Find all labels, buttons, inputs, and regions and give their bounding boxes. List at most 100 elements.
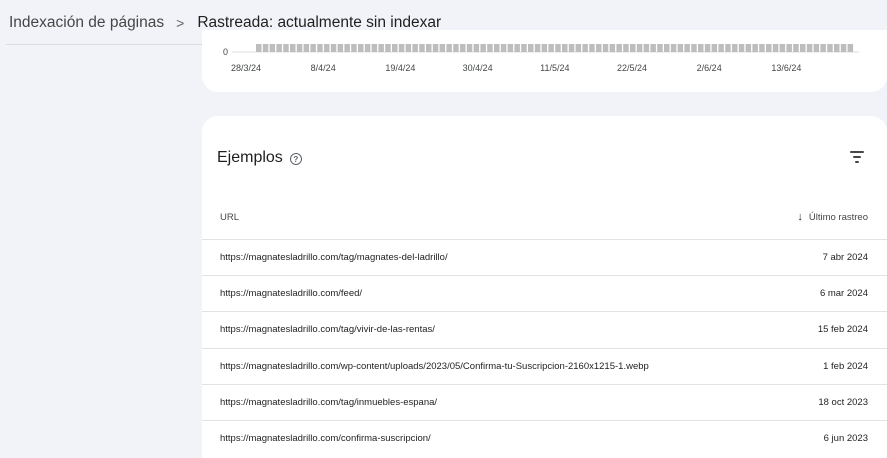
table-row[interactable]: https://magnatesladrillo.com/confirma-su… [202, 419, 887, 456]
examples-title: Ejemplos [217, 149, 283, 166]
row-url[interactable]: https://magnatesladrillo.com/tag/vivir-d… [220, 324, 435, 335]
y-axis-zero-label: 0 [223, 47, 228, 57]
chart-bar [432, 44, 439, 52]
sort-descending-icon[interactable]: ↓ [797, 212, 803, 223]
chart-bar [670, 44, 677, 52]
table-row[interactable]: https://magnatesladrillo.com/tag/inmuebl… [202, 383, 887, 420]
chart-bar [691, 44, 697, 52]
table-row[interactable]: https://magnatesladrillo.com/feed/ 6 mar… [202, 275, 887, 311]
x-axis-tick-label: 8/4/24 [311, 63, 336, 73]
chart-bar [636, 44, 643, 52]
chart-card: 0 28/3/24 8/4/24 19/4/24 30/4/24 11/5/24 22/5… [202, 30, 887, 92]
x-axis-tick-label: 19/4/24 [385, 63, 415, 73]
help-icon[interactable]: ? [289, 153, 302, 165]
chart-bar [453, 44, 459, 52]
chart-bar [786, 44, 792, 52]
chart-bar [813, 44, 820, 52]
chart-bar [296, 44, 303, 52]
examples-heading: Ejemplos ? [217, 149, 302, 167]
row-url[interactable]: https://magnatesladrillo.com/wp-content/… [220, 361, 649, 372]
chart-bar [480, 44, 486, 52]
chart-bar [269, 44, 276, 52]
breadcrumb-parent-link[interactable]: Indexación de páginas [9, 14, 164, 32]
chart-bar [276, 44, 282, 52]
table-row[interactable]: https://magnatesladrillo.com/tag/vivir-d… [202, 311, 887, 347]
chart-bar [623, 44, 629, 52]
chart-bar [711, 44, 718, 52]
row-date: 15 feb 2024 [817, 324, 868, 336]
table-row[interactable]: https://magnatesladrillo.com/wp-content/… [202, 347, 887, 384]
chart-bar [324, 44, 330, 52]
row-date: 6 mar 2024 [819, 288, 868, 300]
x-axis-tick-label: 2/6/24 [697, 63, 722, 73]
chart-bar [704, 44, 711, 52]
chart-bar [650, 44, 656, 52]
chart-bar [344, 44, 350, 52]
filter-icon[interactable] [850, 151, 866, 163]
page-title: Rastreada: actualmente sin indexar [197, 13, 442, 31]
chart-bar [534, 44, 541, 52]
chart-bar [677, 44, 684, 52]
chart-bar [514, 44, 520, 52]
x-axis-tick-label: 28/3/24 [231, 63, 261, 73]
chart-bar [337, 44, 344, 52]
chart-bar [541, 44, 548, 52]
chart-bar [684, 44, 690, 52]
chart-bar [630, 44, 636, 52]
chart-bar [589, 44, 595, 52]
chart-bar [548, 44, 554, 52]
chart-bars [256, 44, 854, 52]
chart-svg: 0 28/3/24 8/4/24 19/4/24 30/4/24 11/5/24 22/5… [223, 44, 859, 73]
chart-bar [528, 44, 534, 52]
breadcrumb-separator-icon: > [176, 14, 185, 31]
chart-bar [460, 44, 466, 52]
chart-bar [562, 44, 568, 52]
row-url[interactable]: https://magnatesladrillo.com/feed/ [220, 288, 362, 299]
chart-bar [834, 44, 840, 52]
chart-bar [602, 44, 609, 52]
x-axis-tick-label: 11/5/24 [540, 63, 569, 73]
chart-bar [718, 44, 724, 52]
chart-bar [507, 44, 514, 52]
examples-card: Ejemplos ? URL ↓ Último rastreo https://… [202, 116, 887, 458]
chart-bar [439, 44, 446, 52]
chart-bar [820, 44, 826, 52]
chart-bar [426, 44, 432, 52]
chart-bar [772, 44, 779, 52]
chart-bar [419, 44, 425, 52]
chart-bar [847, 44, 854, 52]
chart-bar [609, 44, 616, 52]
page: Indexación de páginas > Rastreada: actua… [0, 0, 887, 458]
chart-bar [466, 44, 473, 52]
chart-bar [256, 44, 262, 52]
column-header-last-crawl-label: Último rastreo [808, 212, 868, 223]
chart-bar [412, 44, 418, 52]
chart-bar [568, 44, 575, 52]
table-row[interactable]: https://magnatesladrillo.com/tag/magnate… [202, 239, 887, 275]
column-header-last-crawl[interactable]: ↓ Último rastreo [797, 212, 868, 224]
chart-bar [371, 44, 378, 52]
row-url[interactable]: https://magnatesladrillo.com/confirma-su… [220, 433, 431, 444]
row-url[interactable]: https://magnatesladrillo.com/tag/magnate… [220, 252, 448, 263]
chart-bar [392, 44, 398, 52]
chart-bar [494, 44, 500, 52]
chart-bar [657, 44, 663, 52]
chart-bar [800, 44, 806, 52]
chart-bar [487, 44, 493, 52]
chart-bar [358, 44, 364, 52]
chart-bar [351, 44, 357, 52]
chart-bar [752, 44, 758, 52]
chart-bar [364, 44, 371, 52]
x-axis-tick-label: 30/4/24 [463, 63, 493, 73]
chart-bar [725, 44, 731, 52]
row-url[interactable]: https://magnatesladrillo.com/tag/inmuebl… [220, 397, 437, 408]
chart-bar [806, 44, 813, 52]
chart-bar [766, 44, 772, 52]
chart-bar [262, 44, 269, 52]
chart-bar [521, 44, 527, 52]
x-axis-tick-label: 22/5/24 [617, 63, 647, 73]
chart-bar [643, 44, 650, 52]
chart-bar [779, 44, 786, 52]
row-date: 6 jun 2023 [823, 432, 868, 444]
chart-bar [582, 44, 588, 52]
